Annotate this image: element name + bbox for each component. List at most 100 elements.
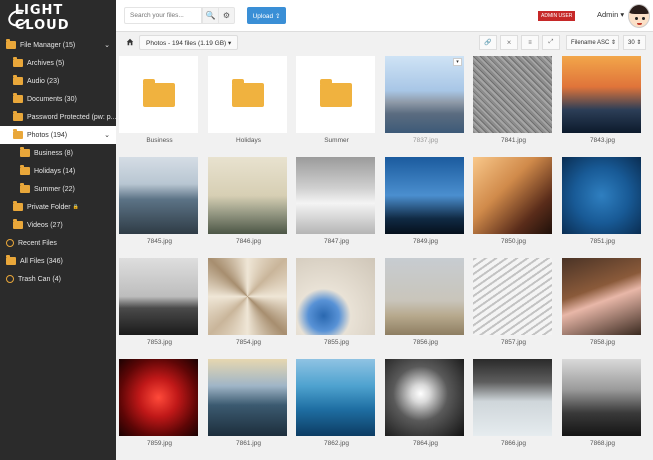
list-icon: ≡: [528, 39, 532, 46]
file-name: Business: [146, 137, 173, 144]
image-thumbnail[interactable]: [562, 258, 641, 335]
folder-tile[interactable]: Business: [119, 56, 200, 147]
image-thumbnail[interactable]: [296, 157, 375, 234]
file-tile[interactable]: 7866.jpg: [473, 359, 554, 450]
user-menu[interactable]: Admin ▾: [597, 10, 624, 19]
image-thumbnail[interactable]: [473, 157, 552, 234]
breadcrumb[interactable]: Photos - 194 files (1.19 GB) ▾: [139, 35, 239, 50]
image-thumbnail[interactable]: [562, 56, 641, 133]
sidebar-item-photos-194[interactable]: Photos (194) ⌄: [0, 126, 116, 144]
file-name: 7845.jpg: [147, 238, 172, 245]
sidebar-item-private-folder[interactable]: Private Folder 🔒: [0, 198, 116, 216]
folder-icon: [6, 255, 16, 265]
file-tile[interactable]: 7856.jpg: [385, 258, 466, 349]
sidebar-item-password-protected-pw-p[interactable]: Password Protected (pw: p...: [0, 108, 116, 126]
file-name: 7841.jpg: [501, 137, 526, 144]
image-thumbnail[interactable]: [119, 359, 198, 436]
file-tile[interactable]: 7847.jpg: [296, 157, 377, 248]
sort-select[interactable]: Filename ASC ⇕: [566, 35, 619, 50]
chevron-down-icon[interactable]: ⌄: [104, 131, 110, 139]
upload-button[interactable]: Upload ⇪: [247, 7, 286, 24]
file-tile[interactable]: 7857.jpg: [473, 258, 554, 349]
file-name: 7851.jpg: [590, 238, 615, 245]
fullscreen-button[interactable]: ⤢: [542, 35, 560, 50]
folder-icon: [231, 78, 264, 107]
image-thumbnail[interactable]: [119, 157, 198, 234]
sidebar-item-archives-5[interactable]: Archives (5): [0, 54, 116, 72]
image-thumbnail[interactable]: [208, 157, 287, 234]
folder-icon: [20, 183, 30, 193]
file-name: 7843.jpg: [590, 137, 615, 144]
sidebar-item-documents-30[interactable]: Documents (30): [0, 90, 116, 108]
folder-thumbnail[interactable]: [208, 56, 287, 133]
sidebar-item-videos-27[interactable]: Videos (27): [0, 216, 116, 234]
image-thumbnail[interactable]: [562, 157, 641, 234]
avatar[interactable]: [628, 4, 650, 28]
image-thumbnail[interactable]: [473, 359, 552, 436]
image-thumbnail[interactable]: [208, 258, 287, 335]
search-input[interactable]: [124, 7, 202, 24]
image-thumbnail[interactable]: [385, 359, 464, 436]
file-tile[interactable]: 7851.jpg: [562, 157, 643, 248]
close-button[interactable]: ⨯: [500, 35, 518, 50]
file-tile[interactable]: ▾ 7837.jpg: [385, 56, 466, 147]
sidebar-item-label: Documents (30): [27, 95, 77, 103]
sidebar-item-audio-23[interactable]: Audio (23): [0, 72, 116, 90]
folder-icon: [13, 57, 23, 67]
list-view-button[interactable]: ≡: [521, 35, 539, 50]
file-name: 7849.jpg: [413, 238, 438, 245]
home-icon[interactable]: [126, 38, 134, 46]
image-thumbnail[interactable]: [296, 258, 375, 335]
logo-text: LIGHT CLOUD: [14, 3, 70, 33]
file-tile[interactable]: 7858.jpg: [562, 258, 643, 349]
sidebar-item-recent-files[interactable]: Recent Files: [0, 234, 116, 252]
image-thumbnail[interactable]: [296, 359, 375, 436]
image-thumbnail[interactable]: [562, 359, 641, 436]
file-tile[interactable]: 7855.jpg: [296, 258, 377, 349]
sidebar-item-file-manager-15[interactable]: File Manager (15) ⌄: [0, 36, 116, 54]
file-tile[interactable]: 7846.jpg: [208, 157, 289, 248]
per-page-select[interactable]: 30 ⇕: [623, 35, 646, 50]
file-tile[interactable]: 7862.jpg: [296, 359, 377, 450]
file-tile[interactable]: 7850.jpg: [473, 157, 554, 248]
image-thumbnail[interactable]: [208, 359, 287, 436]
file-tile[interactable]: 7841.jpg: [473, 56, 554, 147]
file-menu-dropdown[interactable]: ▾: [453, 58, 462, 66]
file-tile[interactable]: 7864.jpg: [385, 359, 466, 450]
file-tile[interactable]: 7853.jpg: [119, 258, 200, 349]
chevron-down-icon[interactable]: ⌄: [104, 41, 110, 49]
search-button[interactable]: 🔍: [202, 7, 219, 24]
logo[interactable]: LIGHT CLOUD: [0, 0, 116, 36]
sidebar-item-business-8[interactable]: Business (8): [0, 144, 116, 162]
file-tile[interactable]: 7861.jpg: [208, 359, 289, 450]
sidebar-item-holidays-14[interactable]: Holidays (14): [0, 162, 116, 180]
folder-thumbnail[interactable]: [296, 56, 375, 133]
image-thumbnail[interactable]: [385, 157, 464, 234]
admin-user-badge: ADMIN USER: [538, 11, 576, 21]
lock-icon: 🔒: [72, 204, 79, 210]
search-settings-button[interactable]: ⚙: [218, 7, 235, 24]
folder-tile[interactable]: Summer: [296, 56, 377, 147]
folder-tile[interactable]: Holidays: [208, 56, 289, 147]
sidebar-item-trash-can-4[interactable]: Trash Can (4): [0, 270, 116, 288]
image-thumbnail[interactable]: [473, 258, 552, 335]
file-tile[interactable]: 7849.jpg: [385, 157, 466, 248]
file-tile[interactable]: 7843.jpg: [562, 56, 643, 147]
image-thumbnail[interactable]: [385, 258, 464, 335]
file-tile[interactable]: 7859.jpg: [119, 359, 200, 450]
file-name: 7853.jpg: [147, 339, 172, 346]
sidebar-item-label: Summer (22): [34, 185, 75, 193]
image-thumbnail[interactable]: [473, 56, 552, 133]
image-thumbnail[interactable]: ▾: [385, 56, 464, 133]
file-tile[interactable]: 7868.jpg: [562, 359, 643, 450]
sidebar-item-summer-22[interactable]: Summer (22): [0, 180, 116, 198]
sidebar-item-all-files-346[interactable]: All Files (346): [0, 252, 116, 270]
image-thumbnail[interactable]: [119, 258, 198, 335]
sidebar-item-label: All Files (346): [20, 257, 63, 265]
file-tile[interactable]: 7845.jpg: [119, 157, 200, 248]
link-button[interactable]: 🔗: [479, 35, 497, 50]
file-tile[interactable]: 7854.jpg: [208, 258, 289, 349]
sidebar-nav: File Manager (15) ⌄ Archives (5) Audio (23)…: [0, 36, 116, 288]
sidebar-item-label: File Manager (15): [20, 41, 76, 49]
folder-thumbnail[interactable]: [119, 56, 198, 133]
